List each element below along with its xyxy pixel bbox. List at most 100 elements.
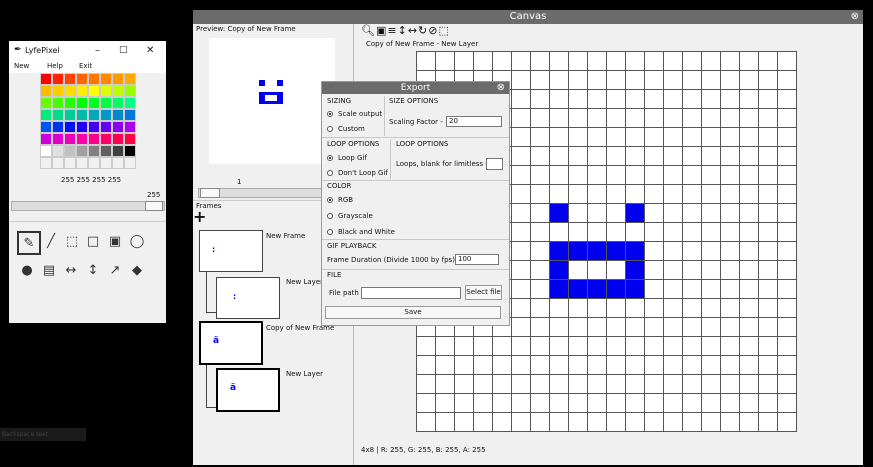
pixel-cell[interactable] <box>607 394 626 413</box>
pixel-cell[interactable] <box>721 223 740 242</box>
pixel-cell[interactable] <box>588 394 607 413</box>
scaling-factor-input[interactable]: 20 <box>446 116 502 127</box>
pixel-cell[interactable] <box>436 337 455 356</box>
pixel-cell[interactable] <box>569 394 588 413</box>
pixel-cell[interactable] <box>759 337 778 356</box>
pixel-cell[interactable] <box>759 71 778 90</box>
pixel-cell[interactable] <box>721 299 740 318</box>
loop-gif-label[interactable]: Loop Gif <box>338 154 367 162</box>
close-icon[interactable]: ⊗ <box>497 82 505 94</box>
palette-swatch[interactable] <box>88 121 100 133</box>
pixel-cell[interactable] <box>512 223 531 242</box>
palette-swatch[interactable] <box>40 133 52 145</box>
pixel-cell[interactable] <box>759 147 778 166</box>
pixel-cell[interactable] <box>512 394 531 413</box>
pixel-cell[interactable] <box>417 413 436 432</box>
pixel-cell[interactable] <box>626 318 645 337</box>
pixel-cell[interactable] <box>550 52 569 71</box>
pixel-cell[interactable] <box>740 71 759 90</box>
palette-swatch[interactable] <box>40 121 52 133</box>
pixel-cell[interactable] <box>740 204 759 223</box>
frame-thumb-selected[interactable]: ä <box>199 321 263 365</box>
pixel-cell[interactable] <box>778 109 797 128</box>
pixel-cell[interactable] <box>759 394 778 413</box>
pixel-cell[interactable] <box>683 109 702 128</box>
pixel-cell[interactable] <box>702 375 721 394</box>
rgb-label[interactable]: RGB <box>338 196 353 204</box>
pixel-cell[interactable] <box>645 280 664 299</box>
file-path-input[interactable] <box>361 287 461 299</box>
pixel-cell[interactable] <box>531 52 550 71</box>
fit-horizontal-icon[interactable]: ↔ <box>408 24 418 37</box>
pixel-cell[interactable] <box>474 356 493 375</box>
pixel-cell[interactable] <box>550 413 569 432</box>
palette-swatch[interactable] <box>124 85 136 97</box>
pixel-cell[interactable] <box>683 128 702 147</box>
palette-swatch[interactable] <box>112 121 124 133</box>
frame-duration-input[interactable]: 100 <box>455 254 499 265</box>
alpha-slider-handle[interactable] <box>145 201 163 211</box>
pixel-cell[interactable] <box>607 204 626 223</box>
pixel-cell[interactable] <box>664 71 683 90</box>
pixel-cell[interactable] <box>531 71 550 90</box>
pixel-cell[interactable] <box>721 128 740 147</box>
pixel-cell[interactable] <box>740 356 759 375</box>
pixel-cell[interactable] <box>645 356 664 375</box>
pixel-cell[interactable] <box>588 166 607 185</box>
pixel-cell[interactable] <box>626 223 645 242</box>
fill-bucket-icon[interactable]: ▤ <box>39 260 59 280</box>
pixel-cell[interactable] <box>702 166 721 185</box>
pixel-cell[interactable] <box>588 204 607 223</box>
pixel-cell[interactable] <box>550 185 569 204</box>
palette-swatch[interactable] <box>88 133 100 145</box>
palette-swatch[interactable] <box>76 145 88 157</box>
pixel-cell[interactable] <box>531 394 550 413</box>
pixel-cell[interactable] <box>645 242 664 261</box>
pixel-cell[interactable] <box>493 375 512 394</box>
pixel-cell[interactable] <box>588 242 607 261</box>
custom-radio[interactable] <box>327 126 333 132</box>
palette-swatch[interactable] <box>124 157 136 169</box>
pixel-cell[interactable] <box>588 128 607 147</box>
pixel-cell[interactable] <box>569 204 588 223</box>
pencil-tool-icon[interactable]: ✎ <box>17 231 41 255</box>
eyedropper-icon[interactable]: ↗ <box>105 260 125 280</box>
pixel-cell[interactable] <box>550 356 569 375</box>
palette-swatch[interactable] <box>112 133 124 145</box>
pixel-cell[interactable] <box>759 261 778 280</box>
pixel-cell[interactable] <box>588 185 607 204</box>
pixel-cell[interactable] <box>740 261 759 280</box>
pixel-cell[interactable] <box>531 204 550 223</box>
pixel-cell[interactable] <box>664 185 683 204</box>
pixel-cell[interactable] <box>721 356 740 375</box>
palette-swatch[interactable] <box>88 109 100 121</box>
pixel-cell[interactable] <box>569 242 588 261</box>
pixel-cell[interactable] <box>512 90 531 109</box>
flip-vertical-icon[interactable]: ↕ <box>83 260 103 280</box>
palette-swatch[interactable] <box>64 73 76 85</box>
pixel-cell[interactable] <box>664 299 683 318</box>
pixel-cell[interactable] <box>759 318 778 337</box>
pixel-cell[interactable] <box>531 223 550 242</box>
palette-swatch[interactable] <box>76 109 88 121</box>
pixel-cell[interactable] <box>683 261 702 280</box>
pixel-cell[interactable] <box>607 166 626 185</box>
pixel-cell[interactable] <box>645 109 664 128</box>
palette-swatch[interactable] <box>52 121 64 133</box>
alpha-slider[interactable] <box>11 201 165 211</box>
pixel-cell[interactable] <box>759 223 778 242</box>
pixel-cell[interactable] <box>721 280 740 299</box>
pixel-cell[interactable] <box>626 204 645 223</box>
pixel-cell[interactable] <box>607 185 626 204</box>
select-icon[interactable]: ⬚ <box>438 24 449 37</box>
pixel-cell[interactable] <box>645 204 664 223</box>
pixel-cell[interactable] <box>664 147 683 166</box>
pixel-cell[interactable] <box>569 299 588 318</box>
pixel-cell[interactable] <box>721 337 740 356</box>
pixel-cell[interactable] <box>550 204 569 223</box>
pixel-cell[interactable] <box>550 71 569 90</box>
pixel-cell[interactable] <box>417 394 436 413</box>
pixel-cell[interactable] <box>683 223 702 242</box>
line-tool-icon[interactable]: ╱ <box>41 231 61 251</box>
palette-swatch[interactable] <box>52 157 64 169</box>
